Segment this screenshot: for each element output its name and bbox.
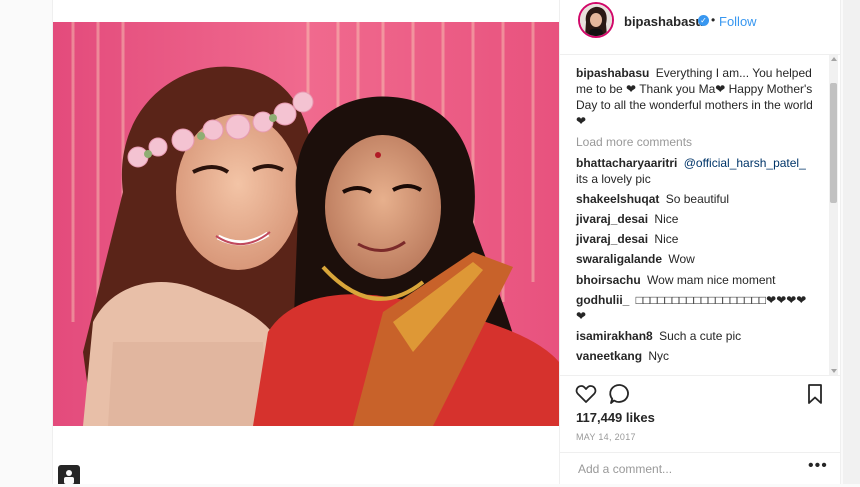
comment-item: godhulii_ □□□□□□□□□□□□□□□□□□❤❤❤❤❤ — [576, 292, 816, 324]
comment-item: jivaraj_desai Nice — [576, 211, 816, 227]
comment-text: Such a cute pic — [659, 329, 742, 343]
comment-item: bhattacharyaaritri @official_harsh_patel… — [576, 155, 816, 187]
comment-item: shakeelshuqat So beautiful — [576, 191, 816, 207]
comment-text: Wow mam nice moment — [647, 273, 776, 287]
comment-text: So beautiful — [665, 192, 730, 206]
comment-mention[interactable]: @official_harsh_patel_ — [684, 156, 806, 170]
comment-username[interactable]: isamirakhan8 — [576, 329, 653, 343]
page-scrollbar[interactable] — [843, 0, 860, 484]
comment-icon[interactable] — [608, 382, 632, 406]
comment-text: Wow — [668, 252, 695, 266]
post-username[interactable]: bipashabasu — [624, 14, 703, 29]
comment-username[interactable]: godhulii_ — [576, 293, 629, 307]
verified-badge-icon: ✓ — [698, 15, 709, 26]
comment-item: bhoirsachu Wow mam nice moment — [576, 272, 816, 288]
comment-item: vaneetkang Nyc — [576, 348, 816, 364]
scroll-up-icon[interactable] — [831, 57, 837, 61]
comment-item: swaraligalande Wow — [576, 251, 816, 267]
comment-username[interactable]: jivaraj_desai — [576, 212, 648, 226]
photo-illustration — [53, 22, 559, 426]
comment-username[interactable]: bhattacharyaaritri — [576, 156, 677, 170]
comment-text: Nyc — [648, 349, 670, 363]
bookmark-icon[interactable] — [803, 382, 827, 406]
caption-username[interactable]: bipashabasu — [576, 66, 649, 80]
comment-username[interactable]: swaraligalande — [576, 252, 662, 266]
post-sidebar: bipashabasu ✓ • Follow bipashabasu Every… — [559, 0, 841, 485]
comment-text: its a lovely pic — [576, 172, 651, 186]
scroll-down-icon[interactable] — [831, 369, 837, 373]
post-date: MAY 14, 2017 — [576, 432, 636, 442]
comment-username[interactable]: shakeelshuqat — [576, 192, 659, 206]
follow-button[interactable]: Follow — [719, 14, 757, 29]
avatar-image — [580, 4, 612, 36]
separator-dot: • — [711, 13, 716, 27]
add-comment-bar: ••• — [560, 452, 841, 485]
add-comment-input[interactable] — [576, 461, 800, 477]
comments-scrollbar[interactable] — [829, 55, 838, 375]
comment-username[interactable]: vaneetkang — [576, 349, 642, 363]
camera-icon[interactable] — [58, 465, 80, 484]
comment-item: jivaraj_desai Nice — [576, 231, 816, 247]
likes-count[interactable]: 117,449 likes — [576, 410, 655, 425]
comment-text: Nice — [654, 212, 679, 226]
comment-text: Nice — [654, 232, 679, 246]
comment-item: isamirakhan8 Such a cute pic — [576, 328, 816, 344]
post-actions — [560, 375, 841, 406]
load-more-comments-link[interactable]: Load more comments — [576, 135, 692, 149]
caption: bipashabasu Everything I am... You helpe… — [576, 65, 816, 129]
post-container: bipashabasu ✓ • Follow bipashabasu Every… — [52, 0, 841, 484]
comment-username[interactable]: bhoirsachu — [576, 273, 641, 287]
more-options-icon[interactable]: ••• — [808, 457, 828, 475]
scrollbar-thumb[interactable] — [830, 83, 837, 203]
heart-icon[interactable] — [574, 382, 598, 406]
avatar[interactable] — [578, 2, 614, 38]
post-photo[interactable] — [53, 22, 559, 426]
post-header: bipashabasu ✓ • Follow — [560, 0, 841, 55]
comment-username[interactable]: jivaraj_desai — [576, 232, 648, 246]
comments-list[interactable]: bipashabasu Everything I am... You helpe… — [560, 55, 841, 375]
